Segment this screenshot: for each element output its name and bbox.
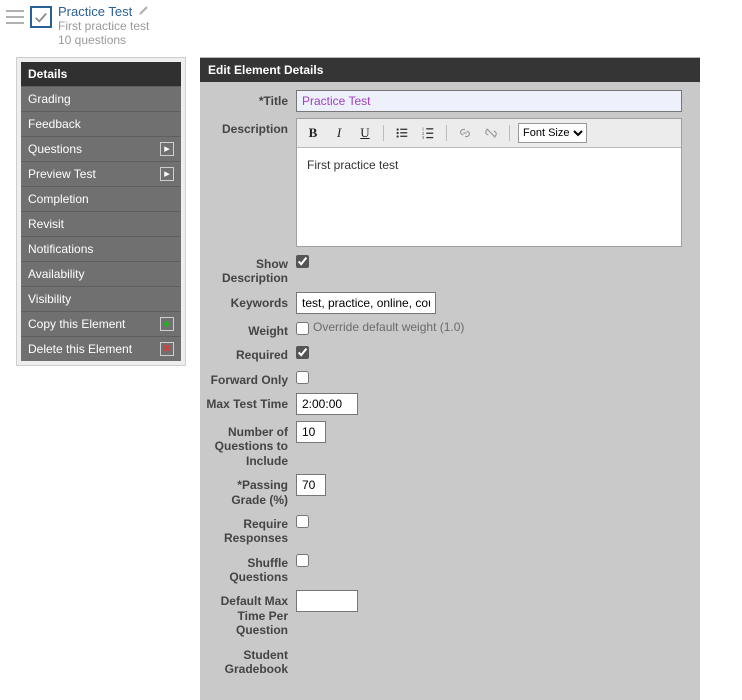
sidebar-item-visibility[interactable]: Visibility <box>21 287 181 312</box>
sidebar-item-label: Revisit <box>28 217 64 231</box>
sidebar-item-label: Availability <box>28 267 84 281</box>
keywords-input[interactable] <box>296 292 436 314</box>
label-default-max-time: Default Max Time Per Question <box>200 590 296 637</box>
label-title: *Title <box>200 90 296 108</box>
sidebar-item-label: Details <box>28 67 67 81</box>
require-responses-checkbox[interactable] <box>296 515 309 528</box>
default-max-time-input[interactable] <box>296 590 358 612</box>
panel-header: Edit Element Details <box>200 58 700 82</box>
unlink-icon[interactable] <box>481 124 501 142</box>
num-questions-input[interactable] <box>296 421 326 443</box>
max-test-time-input[interactable] <box>296 393 358 415</box>
question-count: 10 questions <box>58 33 150 47</box>
sidebar-item-label: Feedback <box>28 117 81 131</box>
sidebar-item-label: Visibility <box>28 292 71 306</box>
forward-only-checkbox[interactable] <box>296 371 309 384</box>
link-icon[interactable] <box>455 124 475 142</box>
bold-icon[interactable]: B <box>303 124 323 142</box>
title-input[interactable] <box>296 90 682 112</box>
expand-icon[interactable]: ▸ <box>160 142 174 156</box>
sidebar-item-notifications[interactable]: Notifications <box>21 237 181 262</box>
details-panel: Edit Element Details *Title Description <box>200 57 700 700</box>
description-textarea[interactable]: First practice test <box>297 148 681 246</box>
label-keywords: Keywords <box>200 292 296 310</box>
shuffle-questions-checkbox[interactable] <box>296 554 309 567</box>
label-description: Description <box>200 118 296 136</box>
label-shuffle-questions: Shuffle Questions <box>200 552 296 585</box>
sidebar-item-feedback[interactable]: Feedback <box>21 112 181 137</box>
sidebar-item-details[interactable]: Details <box>21 62 181 87</box>
label-required: Required <box>200 344 296 362</box>
edit-title-icon[interactable] <box>138 4 150 19</box>
sidebar: Details Grading Feedback Questions ▸ Pre… <box>16 57 186 366</box>
separator-icon <box>383 125 384 141</box>
expand-icon[interactable]: ▸ <box>160 167 174 181</box>
italic-icon[interactable]: I <box>329 124 349 142</box>
sidebar-item-preview-test[interactable]: Preview Test ▸ <box>21 162 181 187</box>
plus-icon[interactable]: + <box>160 317 174 331</box>
label-student-gradebook: Student Gradebook <box>200 644 296 677</box>
font-size-select[interactable]: Font Size <box>518 123 587 143</box>
label-passing-grade: *Passing Grade (%) <box>200 474 296 507</box>
sidebar-item-delete-element[interactable]: Delete this Element ✕ <box>21 337 181 361</box>
unordered-list-icon[interactable] <box>392 124 412 142</box>
separator-icon <box>509 125 510 141</box>
sidebar-item-availability[interactable]: Availability <box>21 262 181 287</box>
svg-text:3: 3 <box>422 135 425 140</box>
required-checkbox[interactable] <box>296 346 309 359</box>
sidebar-item-copy-element[interactable]: Copy this Element + <box>21 312 181 337</box>
label-show-description: Show Description <box>200 253 296 286</box>
richtext-toolbar: B I U 123 <box>297 119 681 148</box>
weight-override-label: Override default weight (1.0) <box>313 320 464 334</box>
x-icon[interactable]: ✕ <box>160 342 174 356</box>
sidebar-item-label: Grading <box>28 92 71 106</box>
top-header: Practice Test First practice test 10 que… <box>0 0 742 57</box>
underline-icon[interactable]: U <box>355 124 375 142</box>
ordered-list-icon[interactable]: 123 <box>418 124 438 142</box>
label-num-questions: Number of Questions to Include <box>200 421 296 468</box>
sidebar-item-label: Completion <box>28 192 89 206</box>
sidebar-item-label: Delete this Element <box>28 342 132 356</box>
sidebar-item-label: Notifications <box>28 242 93 256</box>
sidebar-item-completion[interactable]: Completion <box>21 187 181 212</box>
label-forward-only: Forward Only <box>200 369 296 387</box>
page-subtitle: First practice test <box>58 19 150 33</box>
richtext-editor: B I U 123 <box>296 118 682 247</box>
weight-override-checkbox[interactable] <box>296 322 309 335</box>
separator-icon <box>446 125 447 141</box>
sidebar-item-questions[interactable]: Questions ▸ <box>21 137 181 162</box>
sidebar-item-label: Preview Test <box>28 167 96 181</box>
sidebar-item-grading[interactable]: Grading <box>21 87 181 112</box>
label-max-test-time: Max Test Time <box>200 393 296 411</box>
sidebar-item-label: Copy this Element <box>28 317 125 331</box>
show-description-checkbox[interactable] <box>296 255 309 268</box>
menu-icon[interactable] <box>6 10 24 24</box>
passing-grade-input[interactable] <box>296 474 326 496</box>
label-require-responses: Require Responses <box>200 513 296 546</box>
sidebar-item-label: Questions <box>28 142 82 156</box>
label-weight: Weight <box>200 320 296 338</box>
test-check-icon <box>30 6 52 28</box>
page-title[interactable]: Practice Test <box>58 4 132 19</box>
sidebar-item-revisit[interactable]: Revisit <box>21 212 181 237</box>
